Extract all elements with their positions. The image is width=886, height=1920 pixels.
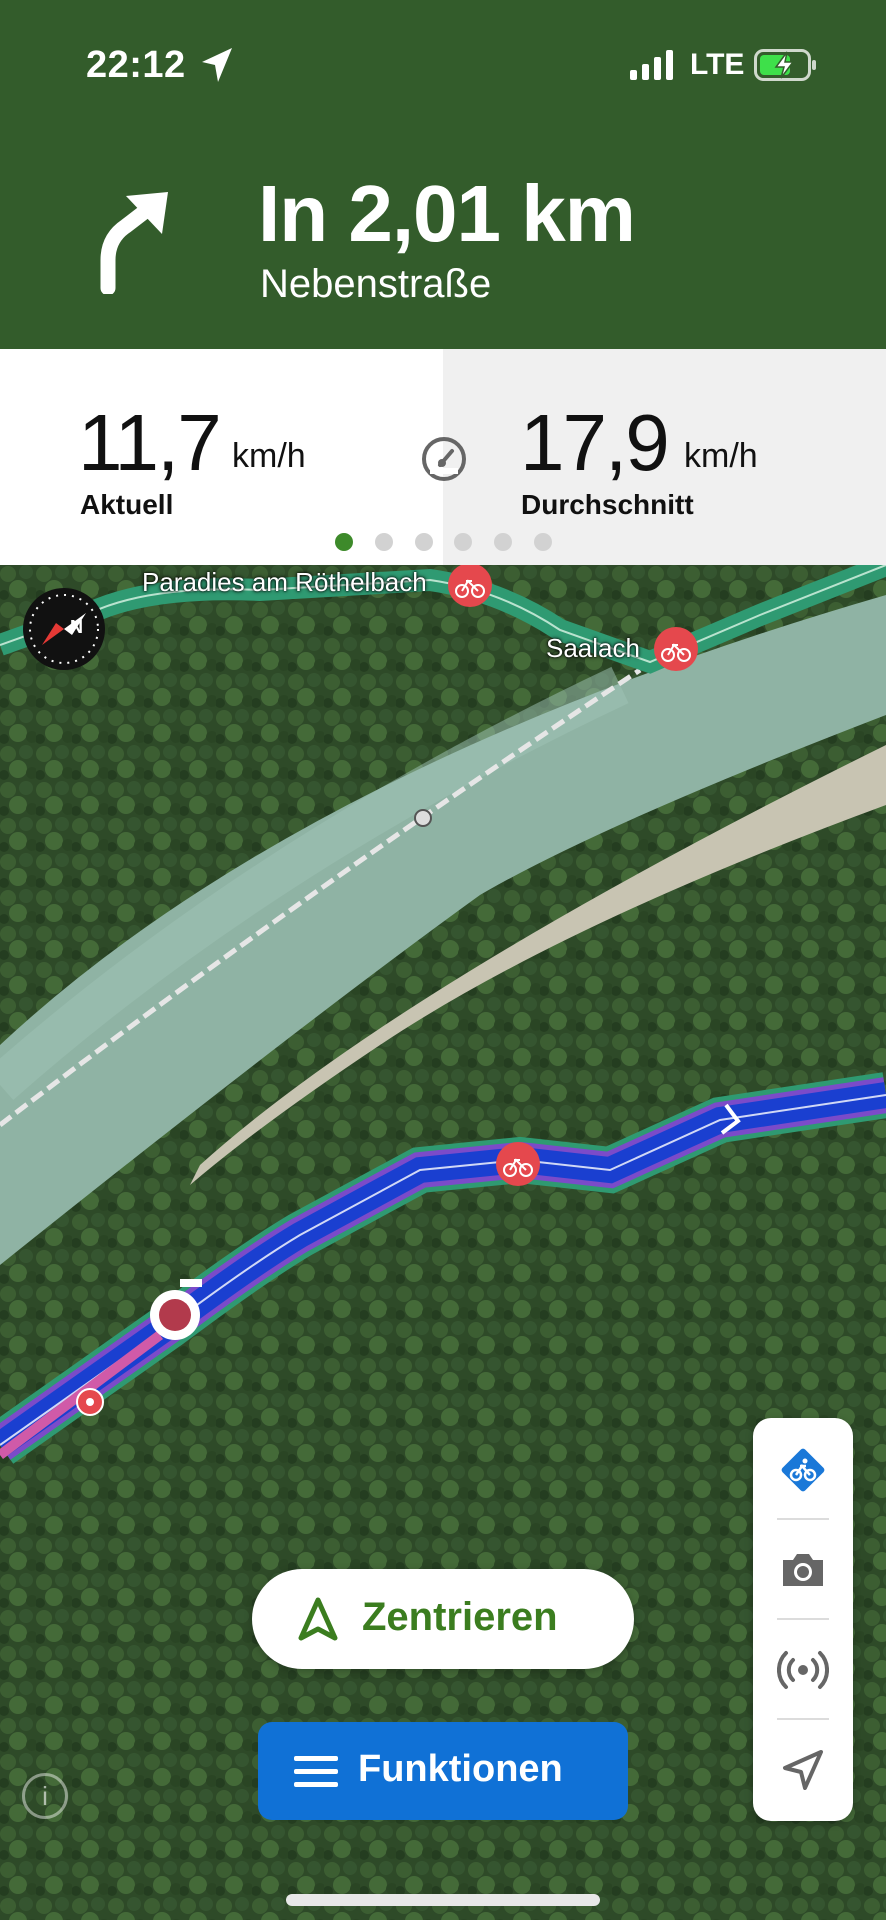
page-indicator[interactable]	[330, 533, 560, 553]
compass-icon[interactable]: N	[22, 587, 106, 671]
page-dot-1[interactable]	[335, 533, 353, 551]
location-arrow-icon	[202, 48, 232, 82]
info-button[interactable]: i	[22, 1773, 68, 1819]
functions-button-label: Funktionen	[358, 1748, 563, 1790]
map-label-poi-2: Saalach	[546, 633, 640, 663]
svg-text:N: N	[70, 617, 83, 637]
camera-button[interactable]	[753, 1518, 853, 1618]
functions-button[interactable]: Funktionen	[258, 1722, 628, 1820]
bike-marker-1[interactable]	[448, 565, 492, 607]
page-dot-5[interactable]	[494, 533, 512, 551]
page-dot-3[interactable]	[415, 533, 433, 551]
navigation-arrow-outline-icon	[298, 1597, 338, 1641]
current-speed-label: Aktuell	[80, 489, 174, 520]
page-dot-4[interactable]	[454, 533, 472, 551]
average-speed-value: 17,9	[520, 398, 670, 487]
menu-icon	[294, 1756, 338, 1787]
broadcast-button[interactable]	[753, 1618, 853, 1718]
stats-panel[interactable]: 11,7 km/h Aktuell 17,9 km/h Durchschnitt	[0, 349, 886, 565]
bike-marker-3[interactable]	[496, 1142, 540, 1186]
page-dot-2[interactable]	[375, 533, 393, 551]
navigation-header: 22:12 LTE In 2,01 km Nebenstraße	[0, 0, 886, 349]
bike-marker-2[interactable]	[654, 627, 698, 671]
map-tools-sidebar	[753, 1418, 853, 1821]
home-indicator[interactable]	[286, 1894, 600, 1906]
map-label-poi-1: Paradies am Röthelbach	[142, 567, 427, 597]
maneuver-distance: In 2,01 km	[258, 169, 636, 258]
average-speed-label: Durchschnitt	[521, 489, 694, 520]
street-name: Nebenstraße	[260, 262, 492, 306]
battery-charging-icon	[754, 49, 816, 81]
locate-me-button[interactable]	[753, 1718, 853, 1818]
turn-slight-right-icon	[100, 192, 168, 294]
center-button-label: Zentrieren	[362, 1595, 558, 1639]
center-button[interactable]: Zentrieren	[252, 1569, 634, 1669]
info-icon: i	[42, 1781, 48, 1811]
bike-mode-icon	[781, 1448, 825, 1492]
network-type: LTE	[690, 48, 745, 81]
speedometer-icon	[422, 437, 466, 481]
current-speed-value: 11,7	[78, 398, 222, 487]
navigation-arrow-icon	[783, 1750, 823, 1790]
bike-mode-button[interactable]	[753, 1418, 853, 1518]
signal-icon	[630, 50, 673, 80]
map-view[interactable]: Paradies am Röthelbach Saalach N i Zentr…	[0, 565, 886, 1920]
page-dot-6[interactable]	[534, 533, 552, 551]
average-speed-unit: km/h	[684, 437, 758, 475]
current-speed-unit: km/h	[232, 437, 306, 475]
camera-icon	[783, 1554, 823, 1586]
map-poi-marker[interactable]	[414, 809, 432, 827]
broadcast-icon	[777, 1651, 829, 1689]
status-time: 22:12	[86, 44, 186, 86]
